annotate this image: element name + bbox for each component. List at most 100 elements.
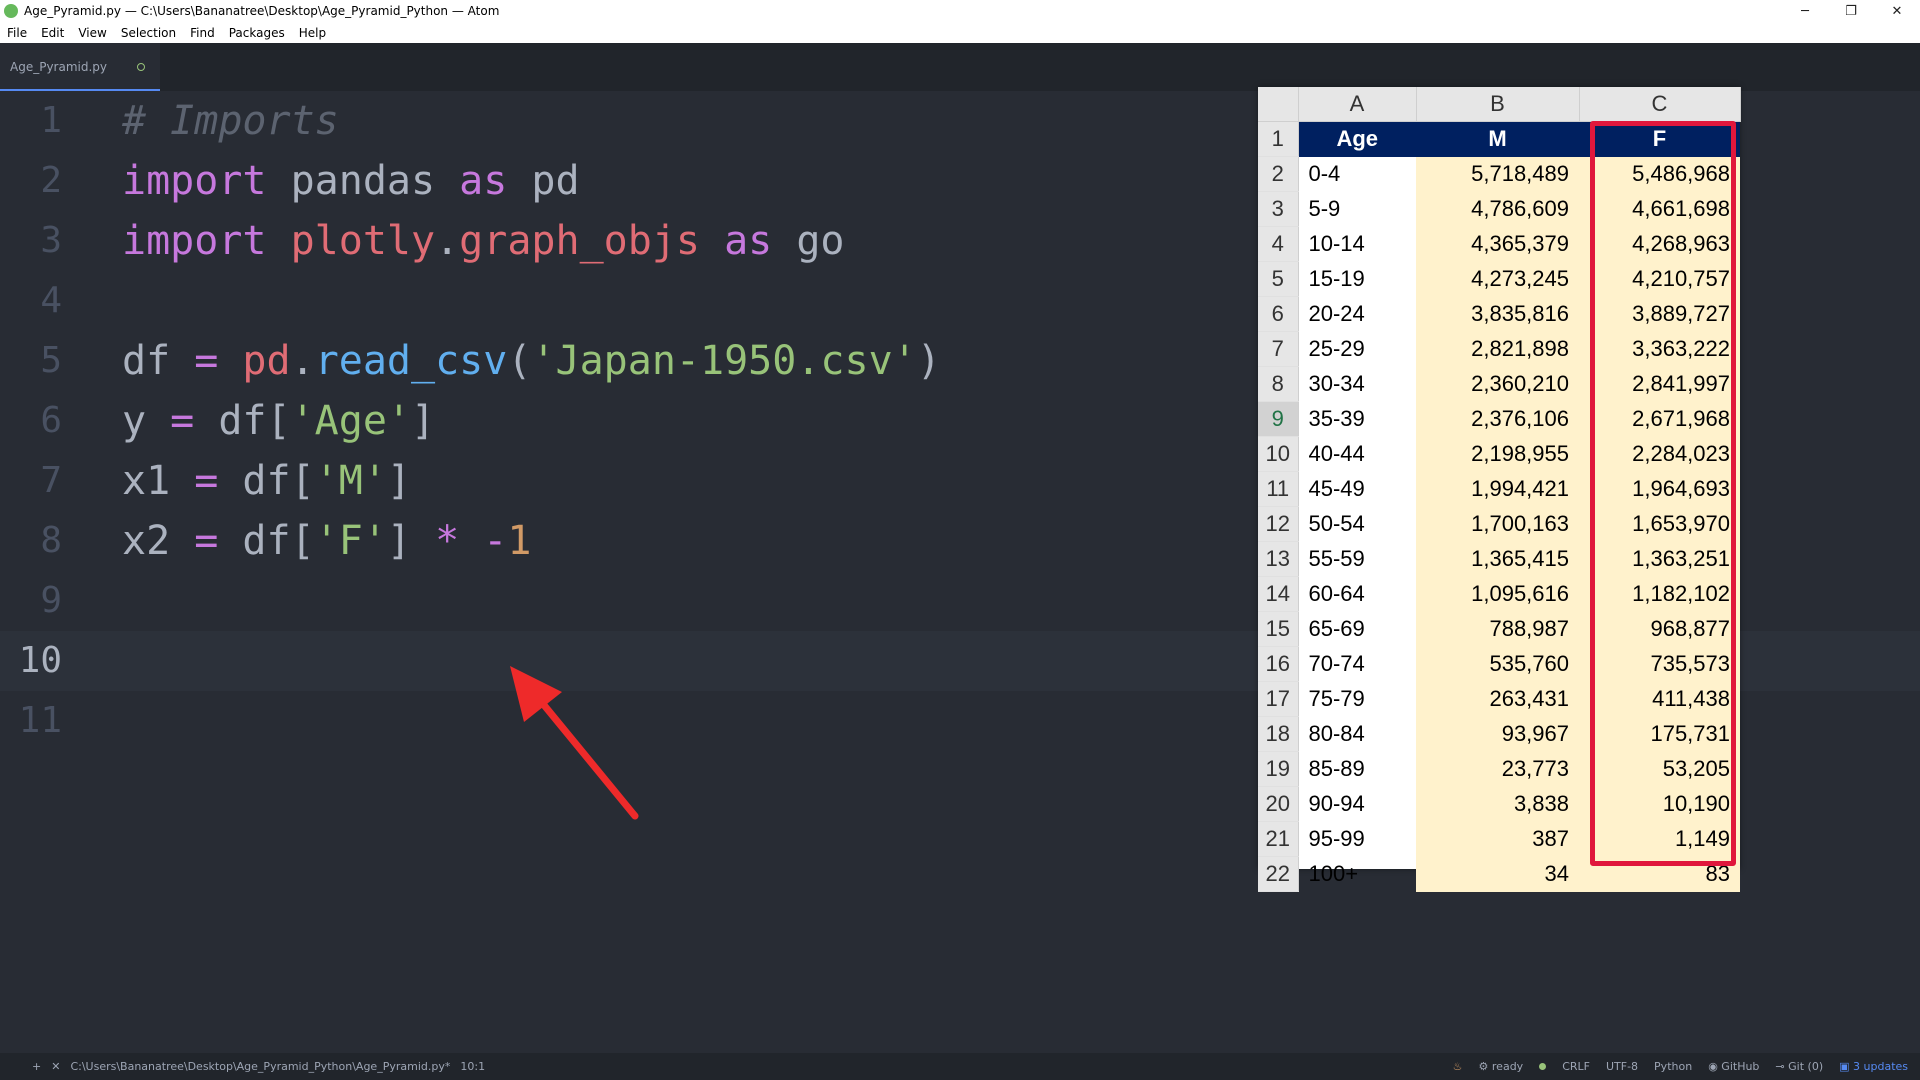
row-header[interactable]: 2	[1258, 156, 1299, 192]
row-header[interactable]: 17	[1258, 681, 1299, 717]
male-value-cell[interactable]: 788,987	[1416, 611, 1579, 647]
menu-selection[interactable]: Selection	[114, 26, 183, 40]
row-header[interactable]: 3	[1258, 191, 1299, 227]
encoding[interactable]: UTF-8	[1606, 1060, 1638, 1073]
age-cell[interactable]: 0-4	[1298, 157, 1416, 192]
age-cell[interactable]: 35-39	[1298, 402, 1416, 437]
age-cell[interactable]: 25-29	[1298, 332, 1416, 367]
male-value-cell[interactable]: 2,376,106	[1416, 401, 1579, 437]
age-cell[interactable]: 80-84	[1298, 717, 1416, 752]
row-header[interactable]: 15	[1258, 611, 1299, 647]
modified-indicator-icon[interactable]	[137, 63, 145, 71]
line-number: 5	[40, 340, 62, 381]
age-cell[interactable]: 45-49	[1298, 472, 1416, 507]
male-value-cell[interactable]: 4,365,379	[1416, 226, 1579, 262]
male-value-cell[interactable]: 2,360,210	[1416, 366, 1579, 402]
github-button[interactable]: ◉ GitHub	[1708, 1060, 1759, 1073]
male-value-cell[interactable]: 4,786,609	[1416, 191, 1579, 227]
age-cell[interactable]: 65-69	[1298, 612, 1416, 647]
tab-age-pyramid[interactable]: Age_Pyramid.py	[0, 43, 160, 91]
minimize-button[interactable]: ─	[1782, 0, 1828, 22]
age-cell[interactable]: 10-14	[1298, 227, 1416, 262]
male-value-cell[interactable]: 263,431	[1416, 681, 1579, 717]
row-header[interactable]: 7	[1258, 331, 1299, 367]
row-header[interactable]: 11	[1258, 471, 1299, 507]
age-cell[interactable]: 40-44	[1298, 437, 1416, 472]
age-cell[interactable]: 20-24	[1298, 297, 1416, 332]
updates-button[interactable]: ▣ 3 updates	[1839, 1060, 1908, 1073]
restore-button[interactable]: ❐	[1828, 0, 1874, 22]
row-header[interactable]: 1	[1258, 121, 1299, 157]
menu-edit[interactable]: Edit	[34, 26, 71, 40]
male-value-cell[interactable]: 5,718,489	[1416, 156, 1579, 192]
menu-file[interactable]: File	[0, 26, 34, 40]
male-value-cell[interactable]: 2,821,898	[1416, 331, 1579, 367]
age-cell[interactable]: 15-19	[1298, 262, 1416, 297]
row-header[interactable]: 20	[1258, 786, 1299, 822]
cursor-position[interactable]: 10:1	[460, 1060, 485, 1073]
lint-flame-icon[interactable]: ♨	[1453, 1060, 1463, 1073]
line-ending[interactable]: CRLF	[1562, 1060, 1590, 1073]
variable-token: x1	[122, 458, 195, 504]
keyword-token: import	[122, 158, 267, 204]
male-value-cell[interactable]: 3,838	[1416, 786, 1579, 822]
age-cell[interactable]: 85-89	[1298, 752, 1416, 787]
row-header[interactable]: 22	[1258, 856, 1299, 892]
ready-status[interactable]: ⚙ ready	[1479, 1060, 1524, 1073]
male-value-cell[interactable]: 535,760	[1416, 646, 1579, 682]
male-value-cell[interactable]: 1,700,163	[1416, 506, 1579, 542]
row-header[interactable]: 6	[1258, 296, 1299, 332]
age-cell[interactable]: 5-9	[1298, 192, 1416, 227]
close-panel-icon[interactable]: ✕	[51, 1060, 60, 1073]
age-cell[interactable]: 100+	[1298, 857, 1416, 892]
row-header[interactable]: 16	[1258, 646, 1299, 682]
tab-label: Age_Pyramid.py	[10, 60, 108, 74]
male-value-cell[interactable]: 23,773	[1416, 751, 1579, 787]
operator-token: =	[194, 338, 219, 384]
column-header-a[interactable]: A	[1298, 87, 1417, 122]
age-cell[interactable]: 90-94	[1298, 787, 1416, 822]
menu-find[interactable]: Find	[183, 26, 222, 40]
male-value-cell[interactable]: 1,095,616	[1416, 576, 1579, 612]
male-value-cell[interactable]: 93,967	[1416, 716, 1579, 752]
age-cell[interactable]: 60-64	[1298, 577, 1416, 612]
male-value-cell[interactable]: 4,273,245	[1416, 261, 1579, 297]
select-all-corner[interactable]	[1258, 87, 1299, 122]
row-header[interactable]: 19	[1258, 751, 1299, 787]
age-cell[interactable]: 70-74	[1298, 647, 1416, 682]
age-cell[interactable]: 55-59	[1298, 542, 1416, 577]
row-header[interactable]: 8	[1258, 366, 1299, 402]
menu-view[interactable]: View	[71, 26, 113, 40]
male-value-cell[interactable]: 2,198,955	[1416, 436, 1579, 472]
menu-help[interactable]: Help	[292, 26, 333, 40]
header-age[interactable]: Age	[1298, 121, 1416, 157]
row-header[interactable]: 13	[1258, 541, 1299, 577]
male-value-cell[interactable]: 387	[1416, 821, 1579, 857]
row-header[interactable]: 4	[1258, 226, 1299, 262]
male-value-cell[interactable]: 1,994,421	[1416, 471, 1579, 507]
index-token: df[	[194, 398, 291, 444]
row-header[interactable]: 12	[1258, 506, 1299, 542]
male-value-cell[interactable]: 34	[1416, 856, 1579, 892]
row-header[interactable]: 10	[1258, 436, 1299, 472]
row-header[interactable]: 21	[1258, 821, 1299, 857]
row-header[interactable]: 9	[1258, 401, 1299, 437]
menu-packages[interactable]: Packages	[222, 26, 292, 40]
male-value-cell[interactable]: 1,365,415	[1416, 541, 1579, 577]
male-value-cell[interactable]: 3,835,816	[1416, 296, 1579, 332]
row-header[interactable]: 5	[1258, 261, 1299, 297]
row-header[interactable]: 14	[1258, 576, 1299, 612]
age-cell[interactable]: 30-34	[1298, 367, 1416, 402]
age-cell[interactable]: 75-79	[1298, 682, 1416, 717]
header-male[interactable]: M	[1416, 121, 1579, 157]
git-button[interactable]: ⊸ Git (0)	[1775, 1060, 1823, 1073]
close-button[interactable]: ✕	[1874, 0, 1920, 22]
age-cell[interactable]: 50-54	[1298, 507, 1416, 542]
file-path[interactable]: C:\Users\Bananatree\Desktop\Age_Pyramid_…	[70, 1060, 450, 1073]
column-header-c[interactable]: C	[1579, 87, 1741, 122]
age-cell[interactable]: 95-99	[1298, 822, 1416, 857]
row-header[interactable]: 18	[1258, 716, 1299, 752]
grammar[interactable]: Python	[1654, 1060, 1692, 1073]
column-header-b[interactable]: B	[1416, 87, 1580, 122]
add-panel-icon[interactable]: +	[32, 1060, 41, 1073]
